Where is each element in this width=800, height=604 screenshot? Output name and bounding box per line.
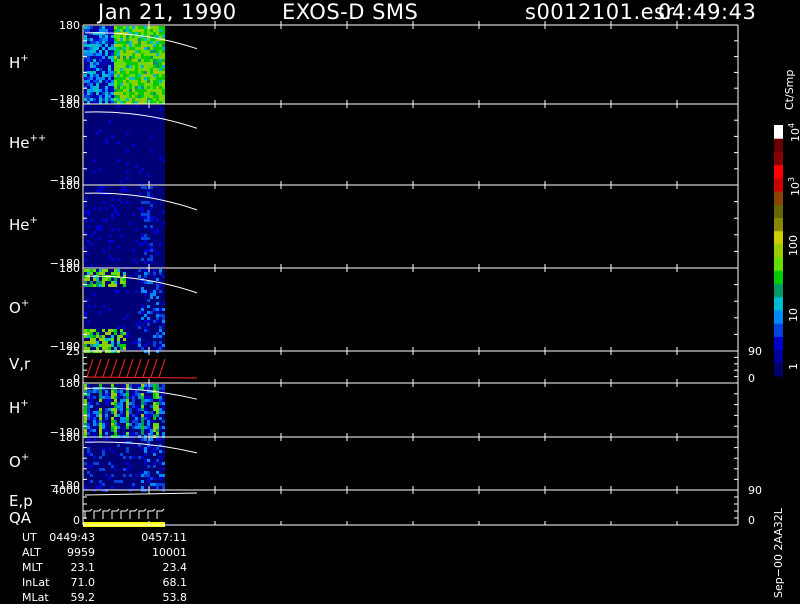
colorbar-title: Ct/Smp bbox=[783, 69, 796, 110]
ephemeris-end: 68.1 bbox=[162, 576, 188, 589]
colorbar-swatch bbox=[774, 362, 783, 377]
colorbar-tick-base: 10 bbox=[789, 182, 800, 196]
colorbar-tick-base: 100 bbox=[787, 235, 800, 256]
y-tick-top: 180 bbox=[59, 431, 80, 444]
velocity-baseline bbox=[84, 376, 198, 379]
panel-label: He++ bbox=[9, 133, 46, 152]
colorbar-swatch bbox=[774, 309, 783, 324]
ephemeris-start: 59.2 bbox=[70, 591, 96, 604]
right-tick-bottom: 0 bbox=[748, 372, 755, 385]
y-tick-top: 180 bbox=[59, 262, 80, 275]
colorbar-swatch bbox=[774, 204, 783, 218]
ephemeris-name: UT bbox=[22, 531, 37, 544]
colorbar-tick: 104 bbox=[787, 123, 800, 142]
ephemeris-start: 0449:43 bbox=[49, 531, 95, 544]
ephemeris-start: 71.0 bbox=[70, 576, 96, 589]
colorbar-tick-base: 1 bbox=[787, 363, 800, 370]
panel-label: V,r bbox=[9, 355, 30, 373]
ephemeris-name: ALT bbox=[22, 546, 41, 559]
panel-label-text: O bbox=[9, 452, 21, 471]
colorbar-swatch bbox=[774, 164, 783, 179]
colorbar-swatch bbox=[774, 323, 783, 337]
right-tick-top: 90 bbox=[748, 345, 762, 358]
panel-label-text: He bbox=[9, 215, 30, 234]
panel-label-text: E,p bbox=[9, 492, 33, 510]
y-tick-top: 180 bbox=[59, 377, 80, 390]
colorbar-swatch bbox=[774, 257, 783, 271]
colorbar-swatch bbox=[774, 151, 783, 166]
y-tick-top: 180 bbox=[59, 179, 80, 192]
colorbar-swatch bbox=[774, 138, 783, 152]
colorbar-swatch bbox=[774, 336, 783, 351]
panel-label-charge: + bbox=[20, 297, 30, 309]
ephemeris-name: MLat bbox=[22, 591, 49, 604]
colorbar-swatch bbox=[774, 177, 783, 192]
colorbar-swatch bbox=[774, 217, 783, 232]
colorbar-swatch bbox=[774, 349, 783, 364]
panel-label-charge: + bbox=[29, 214, 38, 226]
panel-label: O+ bbox=[9, 452, 29, 471]
ephemeris-name: InLat bbox=[22, 576, 50, 589]
colorbar-swatch bbox=[774, 296, 783, 311]
velocity-trace bbox=[86, 358, 166, 378]
panel-label-charge: + bbox=[20, 398, 29, 409]
right-tick-bottom: 0 bbox=[748, 514, 755, 527]
pitch-trace bbox=[84, 508, 165, 519]
colorbar-tick-exponent: 3 bbox=[787, 176, 796, 182]
panel-label-secondary: QA bbox=[9, 509, 32, 527]
colorbar-tick: 103 bbox=[787, 177, 800, 196]
y-tick-top: 4000 bbox=[52, 484, 80, 497]
header-date: Jan 21, 1990 bbox=[98, 0, 237, 24]
colorbar-tick: 1 bbox=[787, 363, 800, 370]
ephemeris-start: 23.1 bbox=[70, 561, 96, 574]
colorbar-swatch bbox=[774, 270, 783, 285]
colorbar-tick: 10 bbox=[787, 308, 800, 322]
y-tick-top: 180 bbox=[59, 19, 80, 32]
footer-note: Sep−00 2AA32L bbox=[772, 508, 785, 598]
ephemeris-end: 0457:11 bbox=[141, 531, 187, 544]
panel-label: He+ bbox=[9, 215, 38, 234]
panel-label-text: H bbox=[9, 399, 21, 417]
energy-trace bbox=[84, 492, 198, 496]
panel-label-charge: + bbox=[20, 451, 30, 463]
panel-label: O+ bbox=[9, 298, 29, 317]
colorbar-swatch bbox=[774, 243, 783, 258]
panel-label-text: V,r bbox=[9, 355, 31, 373]
ephemeris-end: 23.4 bbox=[162, 561, 188, 574]
colorbar-tick-exponent: 4 bbox=[787, 122, 796, 128]
colorbar-swatch bbox=[774, 125, 783, 139]
panel-label: E,p bbox=[9, 492, 33, 510]
ephemeris-end: 10001 bbox=[152, 546, 187, 559]
colorbar-swatch bbox=[774, 230, 783, 245]
ephemeris-end: 53.8 bbox=[162, 591, 188, 604]
colorbar-swatch bbox=[774, 283, 783, 298]
ephemeris-name: MLT bbox=[22, 561, 43, 574]
colorbar-tick-base: 10 bbox=[787, 308, 800, 322]
header-instrument: EXOS-D SMS bbox=[282, 0, 419, 24]
colorbar-tick: 100 bbox=[787, 235, 800, 256]
y-tick-top: 180 bbox=[59, 98, 80, 111]
plot-canvas bbox=[82, 21, 783, 527]
panel-label-text: He bbox=[9, 133, 30, 152]
y-tick-bottom: 0 bbox=[73, 514, 80, 527]
panel-label-text: O bbox=[9, 298, 21, 317]
right-tick-top: 90 bbox=[748, 484, 762, 497]
colorbar-tick-base: 10 bbox=[789, 128, 800, 142]
panel-label-charge: ++ bbox=[29, 132, 47, 144]
header-time: 04:49:43 bbox=[658, 0, 757, 24]
header-file: s0012101.esr bbox=[525, 0, 675, 24]
panel-label-charge: + bbox=[20, 52, 29, 64]
ephemeris-start: 9959 bbox=[67, 546, 95, 559]
panel-label: H+ bbox=[9, 398, 29, 417]
colorbar-swatch bbox=[774, 191, 783, 205]
panel-label: H+ bbox=[9, 53, 29, 72]
panel-label-text: H bbox=[9, 53, 21, 72]
y-tick-top: 25 bbox=[66, 345, 80, 358]
